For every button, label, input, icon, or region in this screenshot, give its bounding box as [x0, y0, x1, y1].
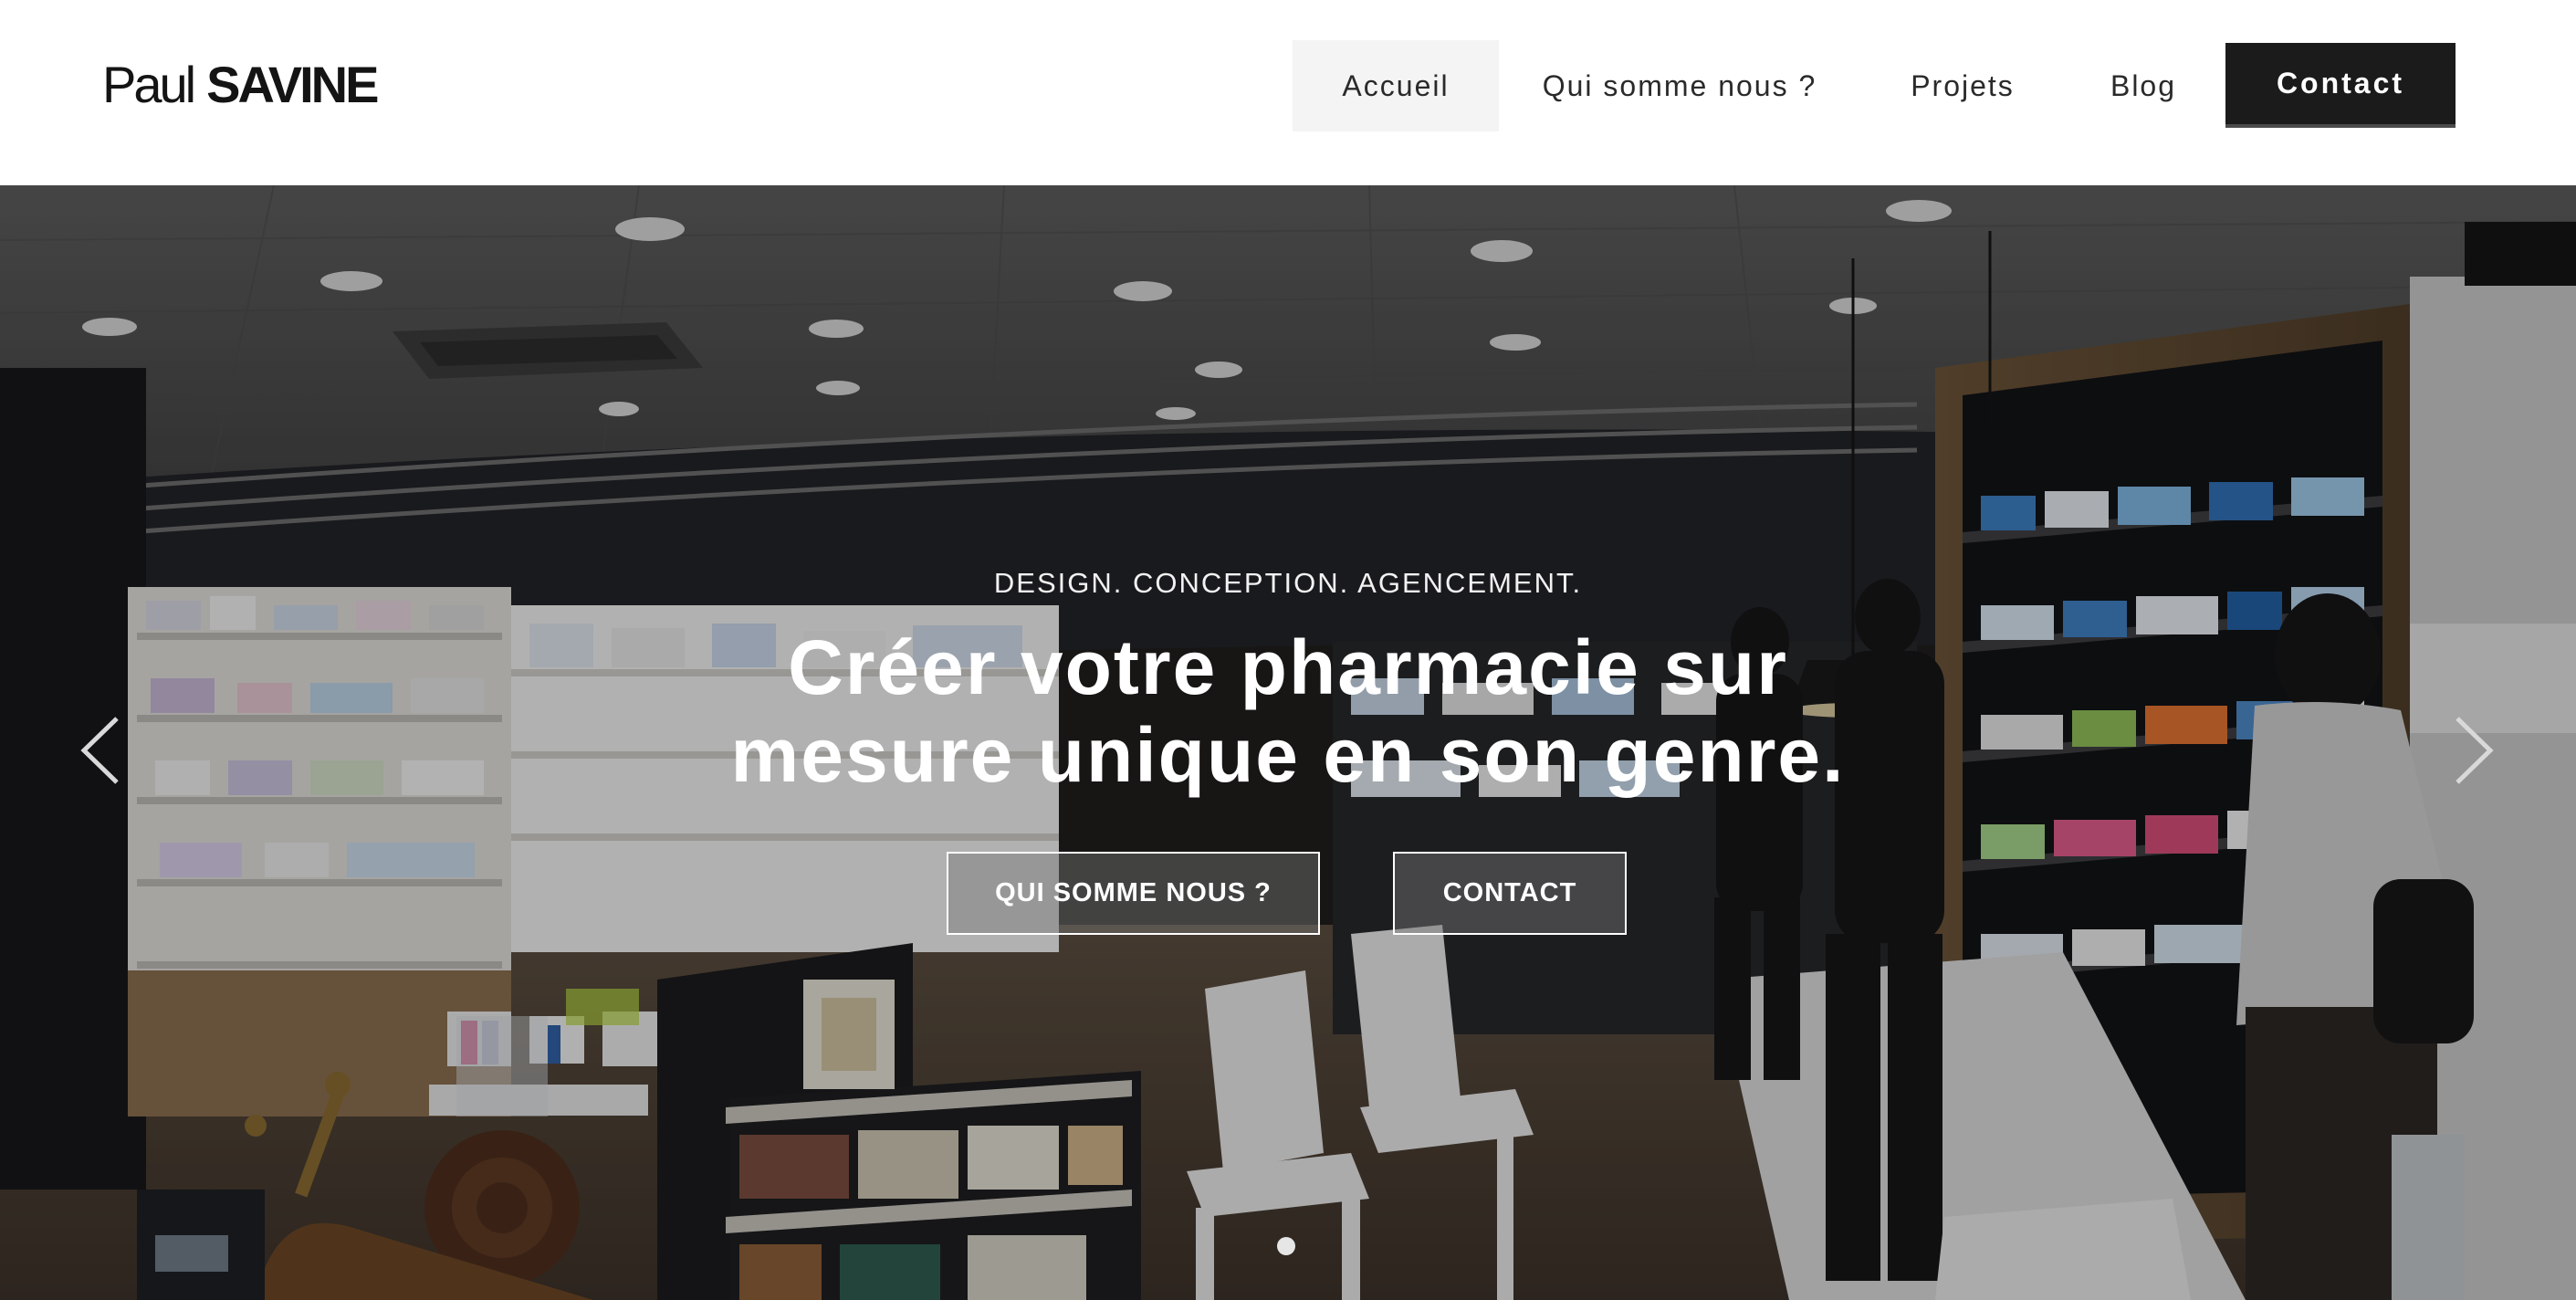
main-nav: Accueil Qui somme nous ? Projets Blog	[0, 40, 2576, 131]
nav-item-projets[interactable]: Projets	[1888, 40, 2037, 131]
hero-title-line-1: Créer votre pharmacie sur	[788, 624, 1788, 710]
hero-title: Créer votre pharmacie sur mesure unique …	[0, 624, 2576, 799]
slide-indicator-dot[interactable]	[1277, 1237, 1295, 1255]
chevron-left-icon[interactable]	[73, 709, 128, 792]
chevron-right-icon[interactable]	[2446, 709, 2501, 792]
nav-item-accueil[interactable]: Accueil	[1293, 40, 1499, 131]
hero-kicker: DESIGN. CONCEPTION. AGENCEMENT.	[993, 567, 1583, 599]
hero-title-line-2: mesure unique en son genre.	[730, 712, 1846, 798]
site-header: Paul SAVINE Accueil Qui somme nous ? Proj…	[0, 0, 2576, 185]
contact-button[interactable]: Contact	[2225, 43, 2456, 128]
hero-contact-button[interactable]: CONTACT	[1393, 852, 1627, 935]
nav-item-blog[interactable]: Blog	[2087, 40, 2200, 131]
qui-somme-nous-button[interactable]: QUI SOMME NOUS ?	[947, 852, 1320, 935]
hero-slider: DESIGN. CONCEPTION. AGENCEMENT. Créer vo…	[0, 185, 2576, 1300]
nav-item-qui-somme-nous[interactable]: Qui somme nous ?	[1519, 40, 1840, 131]
